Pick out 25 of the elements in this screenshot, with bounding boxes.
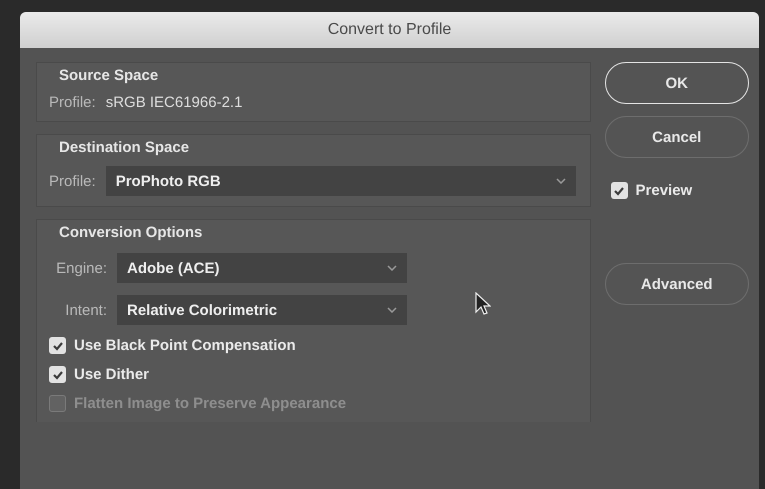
checkbox[interactable] <box>49 337 66 354</box>
field-label: Engine: <box>55 260 107 276</box>
profile-dropdown[interactable]: ProPhoto RGB <box>106 166 576 196</box>
chevron-icon <box>556 178 566 184</box>
profile-value: sRGB IEC61966-2.1 <box>106 94 242 111</box>
checkbox-label: Use Black Point Compensation <box>74 337 296 354</box>
group-heading: Source Space <box>59 67 160 84</box>
ok-button[interactable]: OK <box>604 62 749 104</box>
window-title: Convert to Profile <box>328 21 452 39</box>
checkbox[interactable] <box>49 366 66 383</box>
chevron-icon <box>387 307 397 313</box>
field-label: Profile: <box>49 94 96 111</box>
advanced-button[interactable]: Advanced <box>604 263 749 305</box>
group-heading: Destination Space <box>59 139 190 156</box>
field-label: Profile: <box>49 172 96 190</box>
option-dropdown[interactable]: Adobe (ACE) <box>117 253 407 283</box>
option-dropdown[interactable]: Relative Colorimetric <box>117 295 407 325</box>
checkbox-label: Use Dither <box>74 366 150 383</box>
mouse-pointer-icon <box>475 292 491 316</box>
checkbox-label: Preview <box>636 182 692 199</box>
checkbox[interactable] <box>610 182 628 199</box>
cancel-button[interactable]: Cancel <box>604 116 749 158</box>
chevron-icon <box>387 265 397 271</box>
field-label: Intent: <box>64 302 107 318</box>
group-heading: Conversion Options <box>59 224 204 241</box>
